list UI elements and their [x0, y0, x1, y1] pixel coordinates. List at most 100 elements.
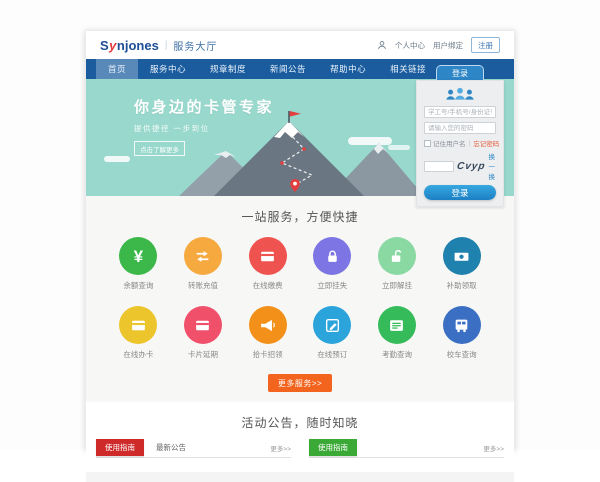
- service-circle[interactable]: [443, 306, 481, 344]
- tab-usage-guide[interactable]: 使用指南: [309, 439, 357, 456]
- transfer-icon: [194, 248, 211, 265]
- nav-item-service-center[interactable]: 服务中心: [138, 59, 198, 79]
- service-item-transfer[interactable]: 转账充值: [184, 237, 222, 291]
- panel-content: [96, 458, 291, 472]
- service-circle[interactable]: [443, 237, 481, 275]
- portal-page: Synjones | 服务大厅 个人中心 用户绑定 注册 首页 服务中心 规章制…: [85, 30, 515, 450]
- edit-icon: [324, 317, 341, 334]
- hero-subtitle: 提供捷径 一步到位: [134, 123, 274, 134]
- more-link[interactable]: 更多>>: [483, 443, 504, 457]
- cloud-shape: [104, 156, 130, 162]
- service-label: 在线预订: [317, 349, 347, 360]
- service-circle[interactable]: [249, 237, 287, 275]
- attendance-icon: [388, 317, 405, 334]
- unlock-icon: [388, 248, 405, 265]
- forgot-password-link[interactable]: 忘记密码: [473, 138, 499, 148]
- password-input[interactable]: [424, 122, 496, 134]
- captcha-input[interactable]: [424, 161, 454, 172]
- hero-title: 你身边的卡管专家: [134, 96, 274, 117]
- card-icon: [130, 317, 147, 334]
- page-bottom-strip: [86, 472, 514, 482]
- service-label: 转账充值: [188, 280, 218, 291]
- register-button[interactable]: 注册: [471, 37, 500, 53]
- panel-content: [309, 458, 504, 472]
- service-item-unlock[interactable]: 立即解挂: [378, 237, 416, 291]
- service-label: 立即解挂: [382, 280, 412, 291]
- services-title: 一站服务，方便快捷: [86, 208, 514, 225]
- site-name: 服务大厅: [173, 38, 217, 53]
- service-label: 在线办卡: [123, 349, 153, 360]
- remember-checkbox[interactable]: [424, 140, 431, 147]
- service-circle[interactable]: [378, 306, 416, 344]
- service-circle[interactable]: [313, 306, 351, 344]
- captcha-row: Cvyp 换一换: [424, 151, 496, 181]
- service-circle[interactable]: [313, 237, 351, 275]
- header: Synjones | 服务大厅 个人中心 用户绑定 注册: [86, 31, 514, 59]
- logo-text-1: S: [100, 38, 109, 53]
- user-binding-link[interactable]: 用户绑定: [433, 40, 463, 51]
- card-icon: [194, 317, 211, 334]
- service-item-online-booking[interactable]: 在线预订: [313, 306, 351, 360]
- remember-row: 记住用户名 | 忘记密码: [424, 138, 496, 148]
- service-item-school-bus[interactable]: 校车查询: [443, 306, 481, 360]
- page-canvas: Synjones | 服务大厅 个人中心 用户绑定 注册 首页 服务中心 规章制…: [0, 0, 600, 450]
- service-label: 卡片延期: [188, 349, 218, 360]
- service-label: 校车查询: [447, 349, 477, 360]
- nav-item-news[interactable]: 新闻公告: [258, 59, 318, 79]
- remember-label: 记住用户名: [433, 138, 466, 148]
- service-item-found-card[interactable]: 拾卡招领: [249, 306, 287, 360]
- login-button[interactable]: 登录: [424, 185, 496, 200]
- service-item-attendance[interactable]: 考勤查询: [378, 306, 416, 360]
- logo[interactable]: Synjones | 服务大厅: [100, 38, 217, 53]
- announcements-section: 活动公告，随时知晓 使用指南 最新公告 更多>> 使用指南 更多>>: [86, 402, 514, 482]
- login-panel: 登录 记住用户名: [416, 65, 504, 207]
- services-section: 一站服务，方便快捷 ¥ 余额查询 转账充值: [86, 196, 514, 402]
- separator: |: [469, 140, 471, 147]
- login-form: 记住用户名 | 忘记密码 Cvyp 换一换 登录: [416, 80, 504, 207]
- banknote-icon: [453, 248, 470, 265]
- captcha-image: Cvyp: [456, 161, 486, 172]
- logo-accent: y: [109, 38, 116, 53]
- personal-center-link[interactable]: 个人中心: [395, 40, 425, 51]
- announcement-panels: 使用指南 最新公告 更多>> 使用指南 更多>>: [96, 442, 504, 472]
- left-tab-row: 使用指南 最新公告 更多>>: [96, 442, 291, 458]
- hero-text: 你身边的卡管专家 提供捷径 一步到位 点击了解更多: [134, 96, 274, 157]
- service-item-subsidy[interactable]: 补助领取: [443, 237, 481, 291]
- yen-icon: ¥: [134, 248, 143, 265]
- service-item-pay[interactable]: 在线缴费: [249, 237, 287, 291]
- guide-panel-right: 使用指南 更多>>: [309, 442, 504, 472]
- service-item-apply-card[interactable]: 在线办卡: [119, 306, 157, 360]
- nav-item-home[interactable]: 首页: [96, 59, 138, 79]
- login-tab[interactable]: 登录: [436, 65, 484, 80]
- service-circle[interactable]: [184, 237, 222, 275]
- service-circle[interactable]: [184, 306, 222, 344]
- nav-item-rules[interactable]: 规章制度: [198, 59, 258, 79]
- tab-usage-guide[interactable]: 使用指南: [96, 439, 144, 456]
- logo-text-2: njones: [117, 38, 159, 53]
- username-input[interactable]: [424, 106, 496, 118]
- card-icon: [259, 248, 276, 265]
- service-item-card-renewal[interactable]: 卡片延期: [184, 306, 222, 360]
- captcha-refresh-link[interactable]: 换一换: [488, 151, 496, 181]
- service-label: 补助领取: [447, 280, 477, 291]
- service-circle[interactable]: ¥: [119, 237, 157, 275]
- more-link[interactable]: 更多>>: [270, 443, 291, 457]
- users-group-icon: [443, 86, 477, 102]
- guide-panel-left: 使用指南 最新公告 更多>>: [96, 442, 291, 472]
- service-circle[interactable]: [119, 306, 157, 344]
- megaphone-icon: [259, 317, 276, 334]
- service-label: 在线缴费: [253, 280, 283, 291]
- services-grid: ¥ 余额查询 转账充值: [106, 237, 494, 360]
- more-services-button[interactable]: 更多服务>>: [268, 374, 332, 392]
- header-links: 个人中心 用户绑定 注册: [377, 37, 500, 53]
- service-item-report-loss[interactable]: 立即挂失: [313, 237, 351, 291]
- service-label: 拾卡招领: [253, 349, 283, 360]
- hero-cta-button[interactable]: 点击了解更多: [134, 141, 185, 156]
- hero-banner: 你身边的卡管专家 提供捷径 一步到位 点击了解更多 登录: [86, 79, 514, 196]
- service-circle[interactable]: [378, 237, 416, 275]
- service-label: 考勤查询: [382, 349, 412, 360]
- bus-icon: [453, 317, 470, 334]
- service-item-balance[interactable]: ¥ 余额查询: [119, 237, 157, 291]
- nav-item-help[interactable]: 帮助中心: [318, 59, 378, 79]
- service-circle[interactable]: [249, 306, 287, 344]
